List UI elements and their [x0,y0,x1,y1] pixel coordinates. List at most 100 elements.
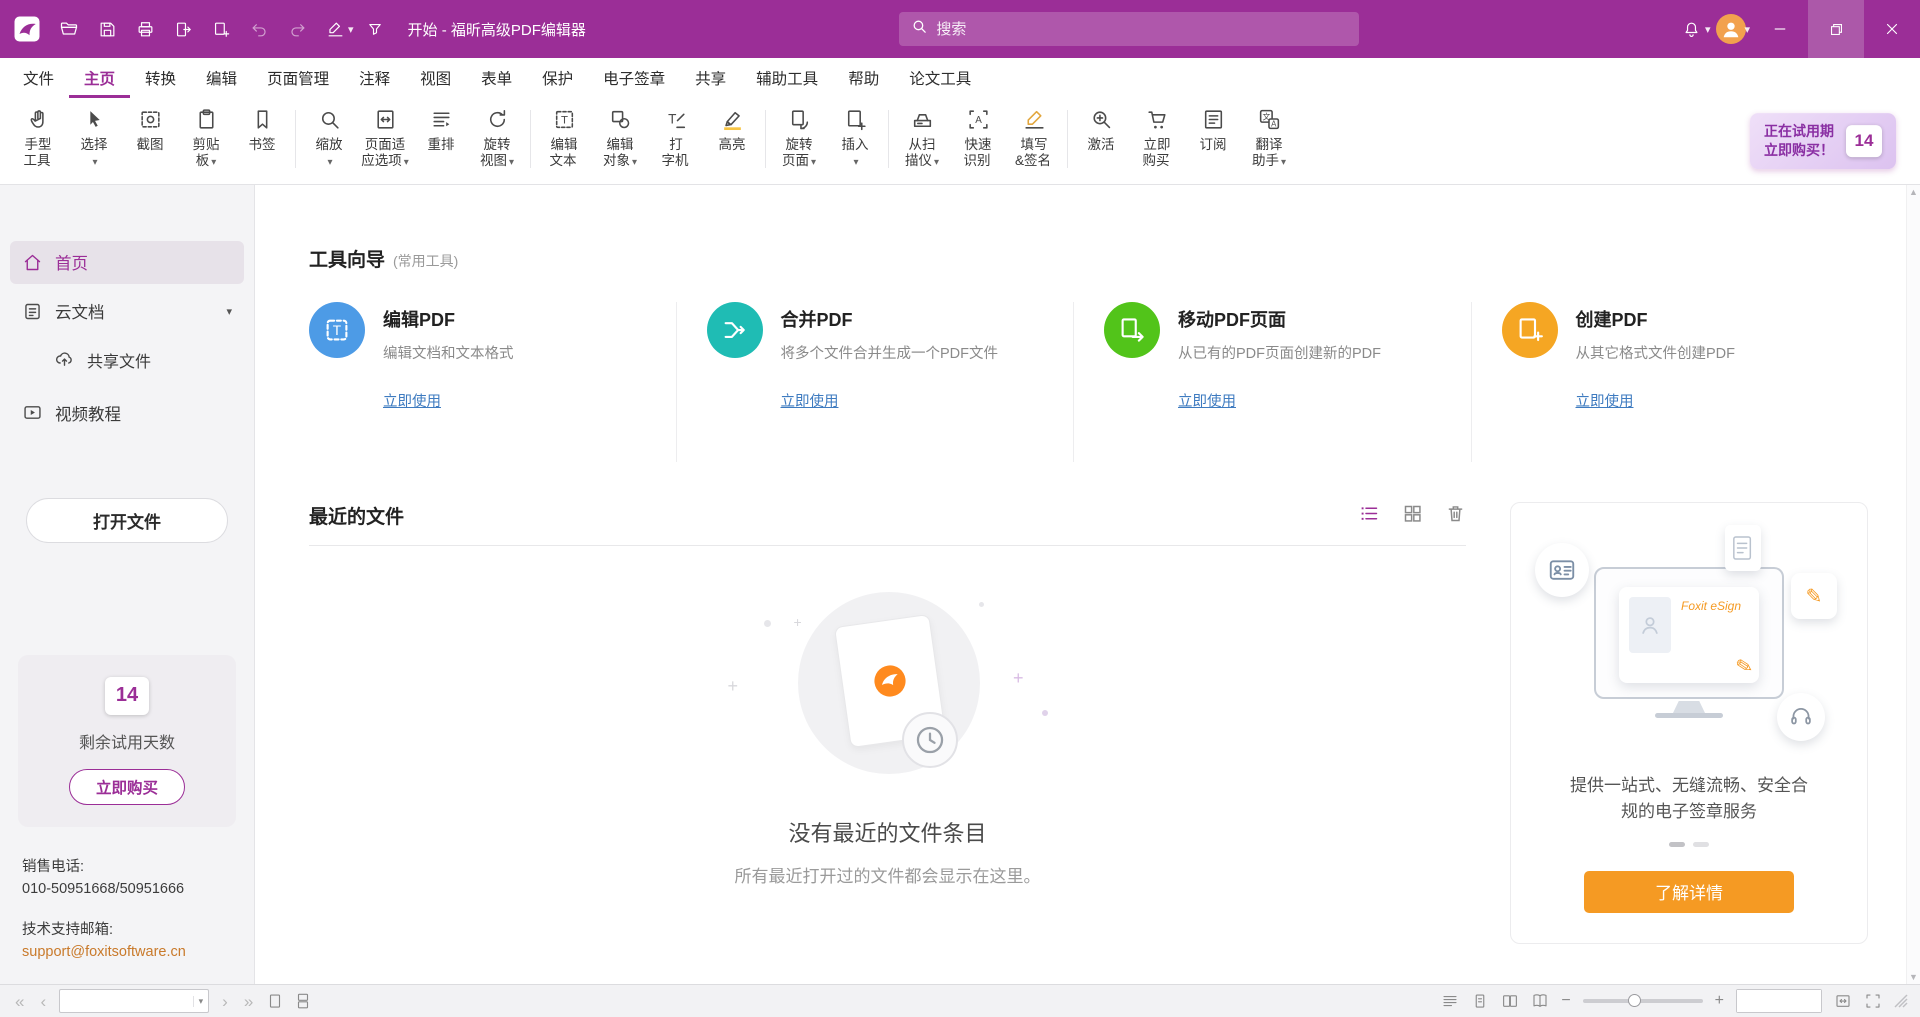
ribbon-rotate-pages[interactable]: 旋转页面▾ [771,100,827,178]
zoom-out-button[interactable]: − [1561,993,1570,1009]
menu-paper-tools[interactable]: 论文工具 [894,58,986,98]
zoom-in-button[interactable]: + [1715,993,1724,1009]
ribbon-fill-sign[interactable]: 填写&签名 [1006,100,1062,178]
search-input[interactable] [936,21,1347,38]
save-icon[interactable] [88,9,126,49]
ribbon-highlight[interactable]: 高亮 [704,100,760,178]
ribbon-edit-text[interactable]: T编辑文本 [536,100,592,178]
next-page-button[interactable]: › [219,993,231,1010]
page-dropdown-caret-icon[interactable]: ▾ [193,996,209,1007]
continuous-layout-icon[interactable] [294,992,312,1010]
scroll-down-icon[interactable]: ▼ [1909,972,1918,982]
ribbon-rotate-view[interactable]: 旋转视图▾ [469,100,525,178]
single-page-view-icon[interactable] [1471,992,1489,1010]
fit-width-icon[interactable] [1834,992,1852,1010]
sidebar-item-shared-files[interactable]: 共享文件 [10,339,244,382]
zoom-slider[interactable] [1583,999,1703,1003]
sidebar-item-video-tutorials[interactable]: 视频教程 [10,391,244,434]
cart-icon [1145,104,1170,134]
trial-banner[interactable]: 正在试用期立即购买！ 14 [1750,113,1896,169]
ribbon-subscribe[interactable]: 订阅 [1185,100,1241,178]
tool-card-edit-pdf[interactable]: T 编辑PDF编辑文档和文本格式 立即使用 [309,302,676,462]
tool-card-move-pdf-pages[interactable]: 移动PDF页面从已有的PDF页面创建新的PDF 立即使用 [1073,302,1471,462]
menu-protect[interactable]: 保护 [527,58,588,98]
page-number-input[interactable] [60,994,192,1009]
minimize-button[interactable] [1752,0,1808,58]
menu-help[interactable]: 帮助 [833,58,894,98]
open-file-button[interactable]: 打开文件 [26,498,228,543]
ribbon-insert[interactable]: 插入▾ [827,100,883,178]
ribbon-hand-tool[interactable]: 手型工具 [10,100,66,178]
ribbon-quick-ocr[interactable]: A快速识别 [950,100,1006,178]
last-page-button[interactable]: » [241,993,256,1010]
scroll-up-icon[interactable]: ▲ [1909,187,1918,197]
facing-pages-view-icon[interactable] [1501,992,1519,1010]
ribbon-bookmark[interactable]: 书签 [234,100,290,178]
clear-recent-trash-icon[interactable] [1445,503,1466,529]
notification-caret-icon[interactable]: ▾ [1705,23,1711,36]
cloud-docs-caret-icon[interactable]: ▾ [226,305,232,318]
create-pdf-icon[interactable] [202,9,240,49]
ribbon-typewriter[interactable]: T打字机 [648,100,704,178]
menu-convert[interactable]: 转换 [130,58,191,98]
ribbon-buy-now[interactable]: 立即购买 [1129,100,1185,178]
buy-now-button[interactable]: 立即购买 [69,769,185,805]
grid-view-icon[interactable] [1402,503,1423,529]
undo-icon[interactable] [240,9,278,49]
reading-lines-view-icon[interactable] [1441,992,1459,1010]
menu-accessibility[interactable]: 辅助工具 [741,58,833,98]
single-page-layout-icon[interactable] [266,992,284,1010]
menu-share[interactable]: 共享 [680,58,741,98]
page-number-box[interactable]: ▾ [59,989,209,1013]
zoom-percent-input[interactable] [1737,990,1821,1012]
learn-more-button[interactable]: 了解详情 [1584,871,1794,913]
tool-card-create-pdf[interactable]: 创建PDF从其它格式文件创建PDF 立即使用 [1471,302,1869,462]
open-file-icon[interactable] [50,9,88,49]
resize-grip[interactable] [1894,994,1908,1008]
ribbon-activate[interactable]: 激活 [1073,100,1129,178]
use-now-link[interactable]: 立即使用 [1576,390,1853,411]
support-email-link[interactable]: support@foxitsoftware.cn [22,942,254,964]
zoom-slider-thumb[interactable] [1628,994,1641,1007]
menu-page-organize[interactable]: 页面管理 [252,58,344,98]
print-icon[interactable] [126,9,164,49]
ribbon-snapshot[interactable]: 截图 [122,100,178,178]
use-now-link[interactable]: 立即使用 [781,390,1058,411]
menu-home[interactable]: 主页 [69,58,130,98]
ribbon-edit-object[interactable]: 编辑对象▾ [592,100,648,178]
ribbon-zoom[interactable]: 缩放▾ [301,100,357,178]
menu-comment[interactable]: 注释 [344,58,405,98]
close-button[interactable] [1864,0,1920,58]
menu-view[interactable]: 视图 [405,58,466,98]
sidebar-item-home[interactable]: 首页 [10,241,244,284]
menu-edit[interactable]: 编辑 [191,58,252,98]
tool-card-merge-pdf[interactable]: 合并PDF将多个文件合并生成一个PDF文件 立即使用 [676,302,1074,462]
book-view-icon[interactable] [1531,992,1549,1010]
list-view-icon[interactable] [1359,503,1380,529]
ribbon-reflow[interactable]: 重排 [413,100,469,178]
fit-page-icon[interactable] [1864,992,1882,1010]
ribbon-clipboard[interactable]: 剪贴板▾ [178,100,234,178]
use-now-link[interactable]: 立即使用 [1178,390,1455,411]
menu-form[interactable]: 表单 [466,58,527,98]
account-caret-icon[interactable]: ▾ [1744,23,1750,36]
use-now-link[interactable]: 立即使用 [383,390,660,411]
redo-icon[interactable] [278,9,316,49]
ribbon-select[interactable]: 选择▾ [66,100,122,178]
vertical-scrollbar[interactable]: ▲ ▼ [1906,185,1920,984]
zoom-percent-box[interactable] [1736,989,1822,1013]
quick-sign-caret-icon[interactable]: ▾ [348,23,354,36]
carousel-dots[interactable] [1669,842,1709,847]
search-box[interactable] [899,12,1359,46]
ribbon-translate[interactable]: 文A翻译助手▾ [1241,100,1297,178]
previous-page-button[interactable]: ‹ [37,993,49,1010]
sidebar-item-cloud-docs[interactable]: 云文档 ▾ [10,290,244,333]
menu-esign[interactable]: 电子签章 [588,58,680,98]
menu-file[interactable]: 文件 [8,58,69,98]
ribbon-from-scanner[interactable]: 从扫描仪▾ [894,100,950,178]
ribbon-page-fit[interactable]: 页面适应选项▾ [357,100,413,178]
restore-button[interactable] [1808,0,1864,58]
export-icon[interactable] [164,9,202,49]
customize-toolbar-icon[interactable] [356,9,394,49]
first-page-button[interactable]: « [12,993,27,1010]
